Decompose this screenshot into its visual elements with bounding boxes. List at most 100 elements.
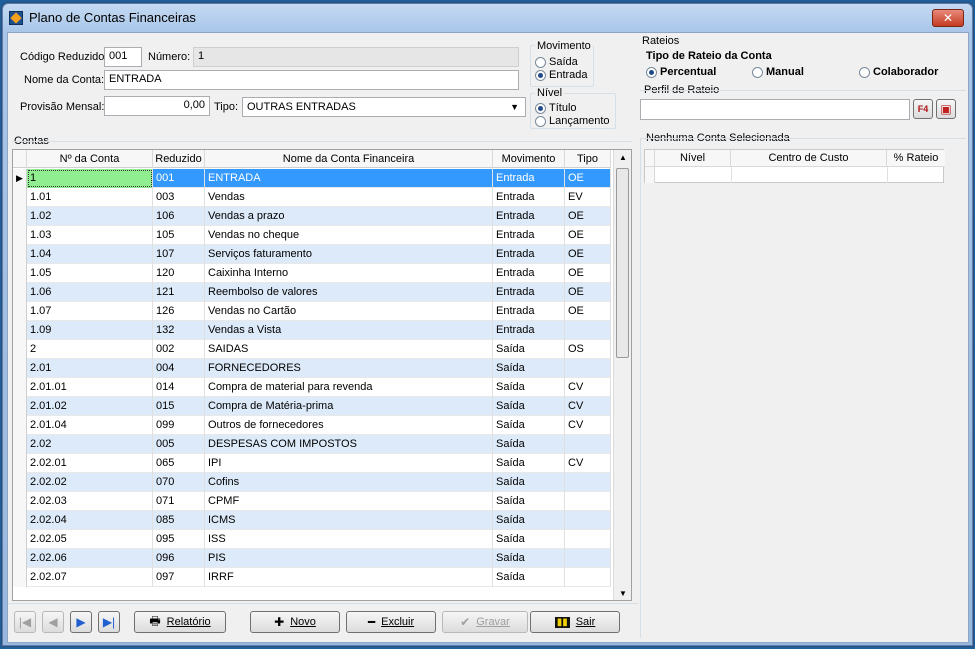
row-indicator [13, 245, 27, 264]
table-cell: OE [565, 207, 611, 226]
table-row[interactable]: 1.05 120 Caixinha Interno Entrada OE [13, 264, 611, 283]
table-row[interactable]: ▶ 1 001 ENTRADA Entrada OE [13, 169, 611, 188]
relatorio-button[interactable]: 🖶 Relatório [134, 611, 226, 633]
col-header-reduzido[interactable]: Reduzido [153, 150, 205, 168]
rateio-col-nivel[interactable]: Nível [655, 150, 731, 167]
scroll-thumb[interactable] [616, 168, 629, 358]
table-row[interactable]: 2.01.02 015 Compra de Matéria-prima Saída CV [13, 397, 611, 416]
table-cell: Reembolso de valores [205, 283, 493, 302]
nivel-lancamento-radio[interactable]: Lançamento [535, 115, 610, 127]
table-cell: 1.09 [27, 321, 153, 340]
excluir-button[interactable]: ━ Excluir [346, 611, 436, 633]
add-perfil-button[interactable]: ▣ [936, 99, 956, 119]
row-indicator [13, 264, 27, 283]
table-row[interactable]: 2.01.04 099 Outros de fornecedores Saída CV [13, 416, 611, 435]
table-row[interactable]: 2.02.06 096 PIS Saída [13, 549, 611, 568]
table-row[interactable]: 2.02 005 DESPESAS COM IMPOSTOS Saída [13, 435, 611, 454]
rateio-percentual-radio[interactable]: Percentual [646, 66, 716, 78]
close-button[interactable]: ✕ [932, 9, 964, 27]
perfil-rateio-input[interactable] [640, 99, 910, 120]
table-row[interactable]: 2.02.04 085 ICMS Saída [13, 511, 611, 530]
rateio-header-indicator [645, 150, 655, 167]
table-cell: Entrada [493, 226, 565, 245]
table-cell: 1.04 [27, 245, 153, 264]
add-document-icon: ▣ [940, 102, 952, 116]
table-row[interactable]: 2.01.01 014 Compra de material para revend… [13, 378, 611, 397]
table-cell: 2.01.01 [27, 378, 153, 397]
table-cell: IRRF [205, 568, 493, 587]
rateio-cell-divider [731, 167, 732, 183]
tipo-select[interactable]: OUTRAS ENTRADAS ▼ [242, 97, 526, 117]
table-cell: Saída [493, 568, 565, 587]
f4-search-button[interactable]: F4 [913, 99, 933, 119]
table-row[interactable]: 1.02 106 Vendas a prazo Entrada OE [13, 207, 611, 226]
col-header-numero[interactable]: Nº da Conta [27, 150, 153, 168]
table-cell: CV [565, 454, 611, 473]
title-bar[interactable]: Plano de Contas Financeiras ✕ [3, 4, 972, 32]
contas-divider [12, 141, 632, 142]
rateio-colaborador-label: Colaborador [873, 66, 939, 78]
table-row[interactable]: 2.01 004 FORNECEDORES Saída [13, 359, 611, 378]
main-window: Plano de Contas Financeiras ✕ Código Red… [2, 3, 973, 646]
table-row[interactable]: 1.07 126 Vendas no Cartão Entrada OE [13, 302, 611, 321]
table-row[interactable]: 1.06 121 Reembolso de valores Entrada OE [13, 283, 611, 302]
table-cell: OE [565, 302, 611, 321]
codigo-label: Código Reduzido [20, 51, 105, 63]
excluir-label: Excluir [381, 616, 415, 628]
table-row[interactable]: 1.04 107 Serviços faturamento Entrada OE [13, 245, 611, 264]
sair-button[interactable]: ▮▮ Sair [530, 611, 620, 633]
scroll-up-icon[interactable]: ▲ [614, 150, 631, 166]
row-indicator [13, 530, 27, 549]
table-cell: Entrada [493, 264, 565, 283]
next-record-button[interactable]: ▶ [70, 611, 92, 633]
table-cell: Vendas [205, 188, 493, 207]
table-cell: Cofins [205, 473, 493, 492]
table-row[interactable]: 2.02.05 095 ISS Saída [13, 530, 611, 549]
table-row[interactable]: 1.01 003 Vendas Entrada EV [13, 188, 611, 207]
table-row[interactable]: 2 002 SAIDAS Saída OS [13, 340, 611, 359]
radio-icon [535, 56, 546, 68]
table-cell: Vendas a prazo [205, 207, 493, 226]
rateio-colaborador-radio[interactable]: Colaborador [859, 66, 938, 78]
table-cell: 126 [153, 302, 205, 321]
table-cell [565, 435, 611, 454]
nome-input[interactable]: ENTRADA [104, 70, 519, 90]
rateio-grid[interactable]: Nível Centro de Custo % Rateio [644, 149, 945, 183]
rateio-manual-radio[interactable]: Manual [752, 66, 804, 78]
movimento-saida-radio[interactable]: Saída [535, 56, 578, 68]
table-cell: 132 [153, 321, 205, 340]
table-row[interactable]: 1.09 132 Vendas a Vista Entrada [13, 321, 611, 340]
prev-record-button[interactable]: ◀ [42, 611, 64, 633]
nivel-titulo-radio[interactable]: Título [535, 102, 577, 114]
table-cell: 2.02.04 [27, 511, 153, 530]
row-indicator [13, 454, 27, 473]
gravar-button[interactable]: ✔ Gravar [442, 611, 528, 633]
provisao-input[interactable]: 0,00 [104, 96, 210, 116]
novo-button[interactable]: ✚ Novo [250, 611, 340, 633]
first-record-button[interactable]: |◀ [14, 611, 36, 633]
row-indicator [13, 416, 27, 435]
grid-scrollbar[interactable]: ▲ ▼ [613, 150, 631, 600]
rateio-col-percent[interactable]: % Rateio [887, 150, 945, 167]
table-row[interactable]: 2.02.07 097 IRRF Saída [13, 568, 611, 587]
table-cell: Vendas no Cartão [205, 302, 493, 321]
table-cell: Saída [493, 492, 565, 511]
row-indicator [13, 226, 27, 245]
scroll-down-icon[interactable]: ▼ [614, 586, 631, 600]
table-row[interactable]: 1.03 105 Vendas no cheque Entrada OE [13, 226, 611, 245]
table-row[interactable]: 2.02.03 071 CPMF Saída [13, 492, 611, 511]
col-header-movimento[interactable]: Movimento [493, 150, 565, 168]
contas-grid[interactable]: Nº da Conta Reduzido Nome da Conta Finan… [12, 149, 632, 601]
rateio-divider [640, 138, 966, 139]
table-row[interactable]: 2.02.01 065 IPI Saída CV [13, 454, 611, 473]
col-header-nome[interactable]: Nome da Conta Financeira [205, 150, 493, 168]
rateio-col-centro[interactable]: Centro de Custo [731, 150, 887, 167]
radio-icon [752, 66, 763, 78]
row-indicator [13, 321, 27, 340]
codigo-input[interactable]: 001 [104, 47, 142, 67]
nivel-title: Nível [535, 87, 565, 99]
table-row[interactable]: 2.02.02 070 Cofins Saída [13, 473, 611, 492]
col-header-tipo[interactable]: Tipo [565, 150, 611, 168]
movimento-entrada-radio[interactable]: Entrada [535, 69, 588, 81]
last-record-button[interactable]: ▶| [98, 611, 120, 633]
